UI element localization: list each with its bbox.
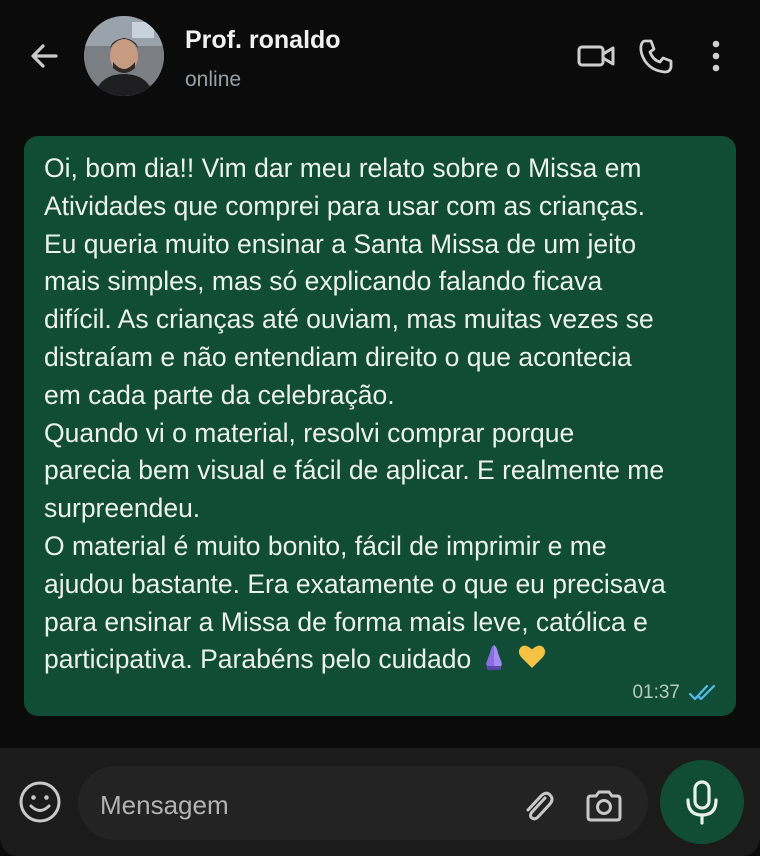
message-line: distraíam e não entendiam direito o que … <box>44 341 632 372</box>
yellow-heart-icon <box>519 646 546 669</box>
double-check-icon <box>688 684 716 701</box>
message-line-last: participativa. Parabéns pelo cuidado <box>44 641 724 679</box>
message-time: 01:37 <box>632 682 680 703</box>
message-line: para ensinar a Missa de forma mais leve,… <box>44 606 648 637</box>
message-text: Oi, bom dia!! Vim dar meu relato sobre o… <box>44 150 724 679</box>
message-line: Atividades que comprei para usar com as … <box>44 190 645 221</box>
video-call-icon[interactable] <box>576 36 616 76</box>
emoji-icon[interactable] <box>16 778 64 826</box>
message-line: participativa. Parabéns pelo cuidado <box>44 644 472 675</box>
message-line: surpreendeu. <box>44 493 201 524</box>
message-meta: 01:37 <box>632 682 718 704</box>
message-bubble[interactable]: Oi, bom dia!! Vim dar meu relato sobre o… <box>24 136 736 716</box>
mic-button[interactable] <box>660 760 744 844</box>
chat-header: Prof. ronaldo online <box>0 0 760 112</box>
message-line: Oi, bom dia!! Vim dar meu relato sobre o… <box>44 153 642 183</box>
message-list[interactable]: Oi, bom dia!! Vim dar meu relato sobre o… <box>0 112 760 748</box>
message-input[interactable]: Mensagem <box>78 766 648 840</box>
message-line: Quando vi o material, resolvi comprar po… <box>44 417 575 448</box>
contact-status: online <box>185 68 242 91</box>
message-line: ajudou bastante. Era exatamente o que eu… <box>44 568 666 599</box>
message-line: parecia bem visual e fácil de aplicar. E… <box>44 455 665 486</box>
message-input-placeholder: Mensagem <box>100 790 229 820</box>
mic-icon <box>686 780 718 825</box>
chat-screen: Prof. ronaldo online Oi, bom dia!! Vim d… <box>0 0 760 856</box>
voice-call-icon[interactable] <box>636 36 676 76</box>
message-line: em cada parte da celebração. <box>44 379 395 410</box>
message-line: O material é muito bonito, fácil de impr… <box>44 530 607 561</box>
camera-icon[interactable] <box>583 786 625 826</box>
message-line: mais simples, mas só explicando falando … <box>44 266 603 297</box>
more-options-icon[interactable] <box>700 36 732 76</box>
message-line: Eu queria muito ensinar a Santa Missa de… <box>44 228 637 259</box>
contact-name[interactable]: Prof. ronaldo <box>185 26 341 55</box>
praying-hands-icon <box>486 645 503 671</box>
message-line: difícil. As crianças até ouviam, mas mui… <box>44 304 654 335</box>
attach-icon[interactable] <box>518 786 558 826</box>
composer-bar: Mensagem <box>0 748 760 856</box>
avatar-image <box>84 16 164 96</box>
back-arrow-icon[interactable] <box>26 38 62 74</box>
avatar[interactable] <box>84 16 164 96</box>
